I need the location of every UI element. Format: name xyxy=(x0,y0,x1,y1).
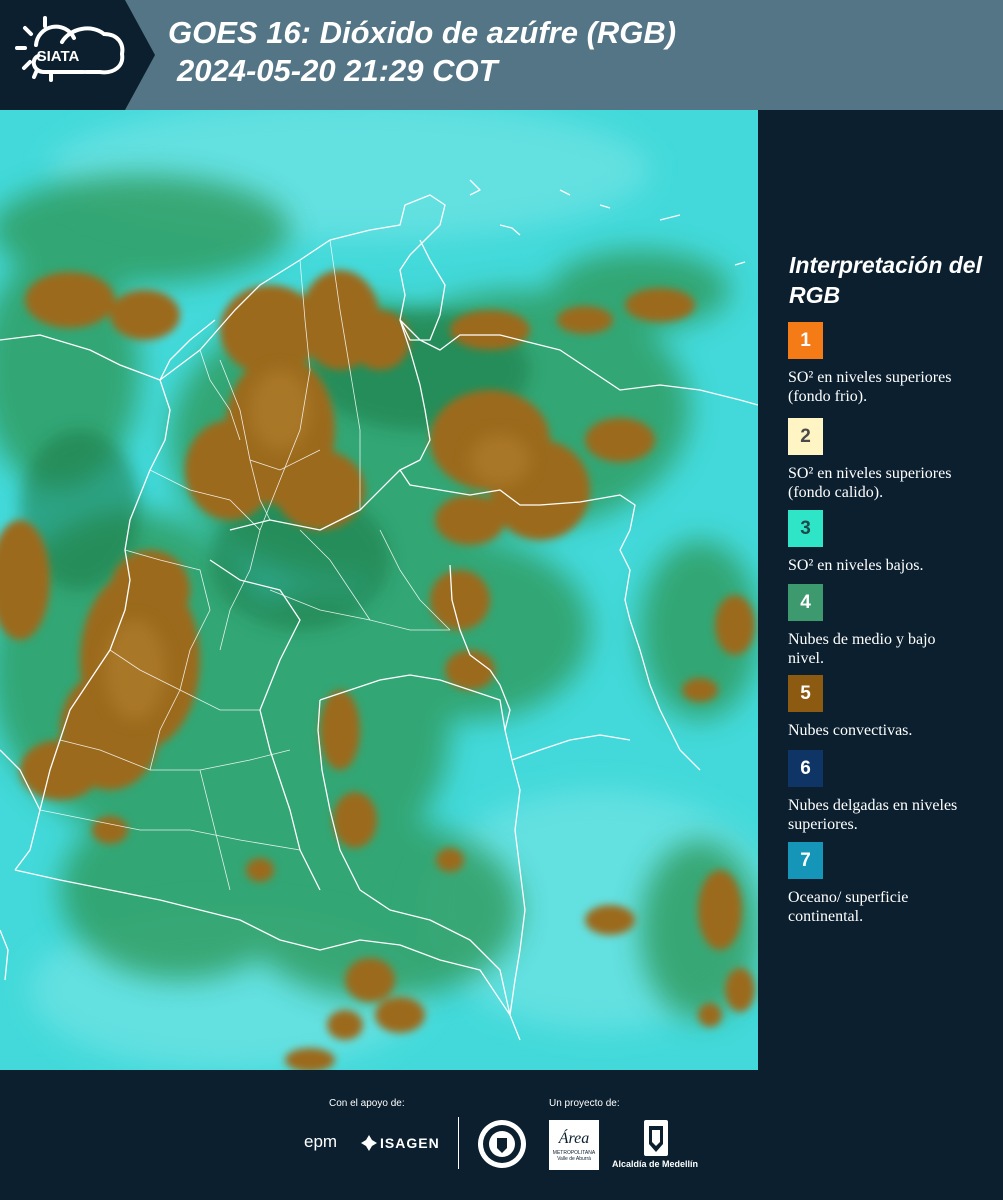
legend-label: SO² en niveles bajos. xyxy=(788,557,924,574)
satellite-rgb-map xyxy=(0,110,758,1070)
isagen-text: ISAGEN xyxy=(380,1135,440,1151)
footer-divider xyxy=(458,1117,459,1169)
seal-icon xyxy=(478,1120,526,1168)
legend-item: 2 SO² en niveles superiores (fondo calid… xyxy=(788,418,998,502)
legend-label: Nubes convectivas. xyxy=(788,722,913,739)
satellite-image xyxy=(0,110,758,1070)
legend-title: Interpretación del RGB xyxy=(789,252,982,308)
legend-item: 6 Nubes delgadas en niveles superiores. xyxy=(788,750,998,834)
title-line-2: 2024-05-20 21:29 COT xyxy=(177,53,498,88)
legend-swatch-1: 1 xyxy=(788,322,823,359)
siata-logo: SIATA xyxy=(0,0,155,110)
legend-item: 7 Oceano/ superficie continental. xyxy=(788,842,998,926)
footer: Con el apoyo de: Un proyecto de: epm ISA… xyxy=(0,1070,1003,1200)
legend-panel: Interpretación del RGB 1 SO² en niveles … xyxy=(760,110,1003,1070)
area-logo-text: Área xyxy=(558,1130,590,1147)
legend-item: 4 Nubes de medio y bajo nivel. xyxy=(788,584,998,668)
isagen-logo: ISAGEN xyxy=(360,1134,440,1152)
legend-swatch-6: 6 xyxy=(788,750,823,787)
legend-swatch-2: 2 xyxy=(788,418,823,455)
legend-swatch-5: 5 xyxy=(788,675,823,712)
legend-label: Nubes delgadas en niveles superiores. xyxy=(788,797,958,833)
page-title: GOES 16: Dióxido de azúfre (RGB) 2024-05… xyxy=(168,14,676,90)
alcaldia-logo-text: Alcaldía de Medellín xyxy=(612,1159,699,1169)
project-label: Un proyecto de: xyxy=(549,1098,620,1109)
legend-item: 5 Nubes convectivas. xyxy=(788,675,998,740)
legend-item: 3 SO² en niveles bajos. xyxy=(788,510,998,575)
title-line-1: GOES 16: Dióxido de azúfre (RGB) xyxy=(168,15,677,50)
support-label: Con el apoyo de: xyxy=(329,1098,405,1109)
legend-label: Nubes de medio y bajo nivel. xyxy=(788,631,936,667)
legend-label: SO² en niveles superiores (fondo frio). xyxy=(788,369,952,405)
legend-label: Oceano/ superficie continental. xyxy=(788,889,909,925)
epm-logo: epm xyxy=(304,1132,338,1151)
medellin-crest-icon xyxy=(644,1120,668,1156)
isagen-mark-icon xyxy=(361,1135,377,1151)
legend-item: 1 SO² en niveles superiores (fondo frio)… xyxy=(788,322,998,406)
svg-text:SIATA: SIATA xyxy=(37,48,80,65)
area-logo-sub2: Valle de Aburrá xyxy=(557,1156,591,1162)
legend-swatch-7: 7 xyxy=(788,842,823,879)
header-bar: SIATA GOES 16: Dióxido de azúfre (RGB) 2… xyxy=(0,0,1003,110)
legend-swatch-4: 4 xyxy=(788,584,823,621)
legend-swatch-3: 3 xyxy=(788,510,823,547)
area-metropolitana-logo: Área METROPOLITANA Valle de Aburrá xyxy=(549,1120,599,1170)
legend-label: SO² en niveles superiores (fondo calido)… xyxy=(788,465,952,501)
